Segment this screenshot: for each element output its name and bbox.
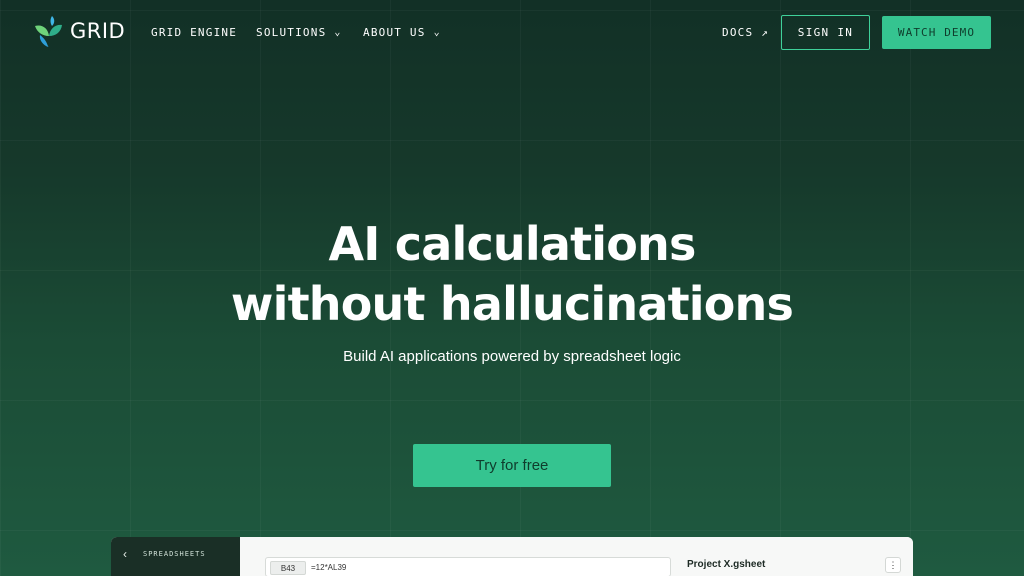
chevron-left-icon[interactable]: ‹ [123, 547, 127, 561]
nav-about-us-label: ABOUT US [363, 25, 426, 39]
nav-solutions-label: SOLUTIONS [256, 25, 327, 39]
nav-grid-engine[interactable]: GRID ENGINE [151, 24, 237, 40]
cell-reference: B43 [270, 561, 306, 575]
formula-bar[interactable]: B43 =12*AL39 [265, 557, 671, 576]
top-navigation: GRID GRID ENGINE SOLUTIONS ⌄ ABOUT US ⌄ … [0, 0, 1024, 64]
more-options-icon[interactable]: ⋮ [885, 557, 901, 573]
chevron-down-icon: ⌄ [334, 27, 342, 38]
file-name: Project X.gsheet [687, 559, 766, 570]
hero-title: AI calculations without hallucinations [0, 214, 1024, 334]
chevron-down-icon: ⌄ [433, 27, 441, 38]
nav-grid-engine-label: GRID ENGINE [151, 25, 238, 39]
nav-about-us[interactable]: ABOUT US ⌄ [363, 24, 441, 40]
nav-solutions[interactable]: SOLUTIONS ⌄ [256, 24, 342, 40]
watch-demo-label: WATCH DEMO [897, 26, 976, 39]
brand-logo[interactable]: GRID [32, 14, 125, 48]
watch-demo-button[interactable]: WATCH DEMO [882, 16, 991, 49]
product-preview: ‹ SPREADSHEETS B43 =12*AL39 Project X.gs… [111, 537, 913, 576]
brand-name: GRID [70, 19, 126, 43]
nav-docs[interactable]: DOCS ↗ [722, 24, 769, 40]
spreadsheets-label: SPREADSHEETS [143, 550, 206, 558]
preview-main: B43 =12*AL39 Project X.gsheet ⋮ [240, 537, 913, 576]
external-arrow-icon: ↗ [761, 25, 770, 39]
sign-in-button[interactable]: SIGN IN [781, 15, 870, 50]
formula-text: =12*AL39 [311, 563, 347, 572]
grid-leaf-logo-icon [35, 16, 62, 47]
hero-title-line-2: without hallucinations [230, 277, 794, 331]
hero-subtitle: Build AI applications powered by spreads… [343, 348, 681, 365]
nav-docs-label: DOCS [722, 25, 754, 39]
sign-in-label: SIGN IN [797, 26, 854, 39]
hero-title-line-1: AI calculations [328, 217, 696, 271]
preview-sidebar: ‹ SPREADSHEETS [111, 537, 240, 576]
try-for-free-button[interactable]: Try for free [413, 444, 611, 487]
try-for-free-label: Try for free [475, 457, 549, 474]
